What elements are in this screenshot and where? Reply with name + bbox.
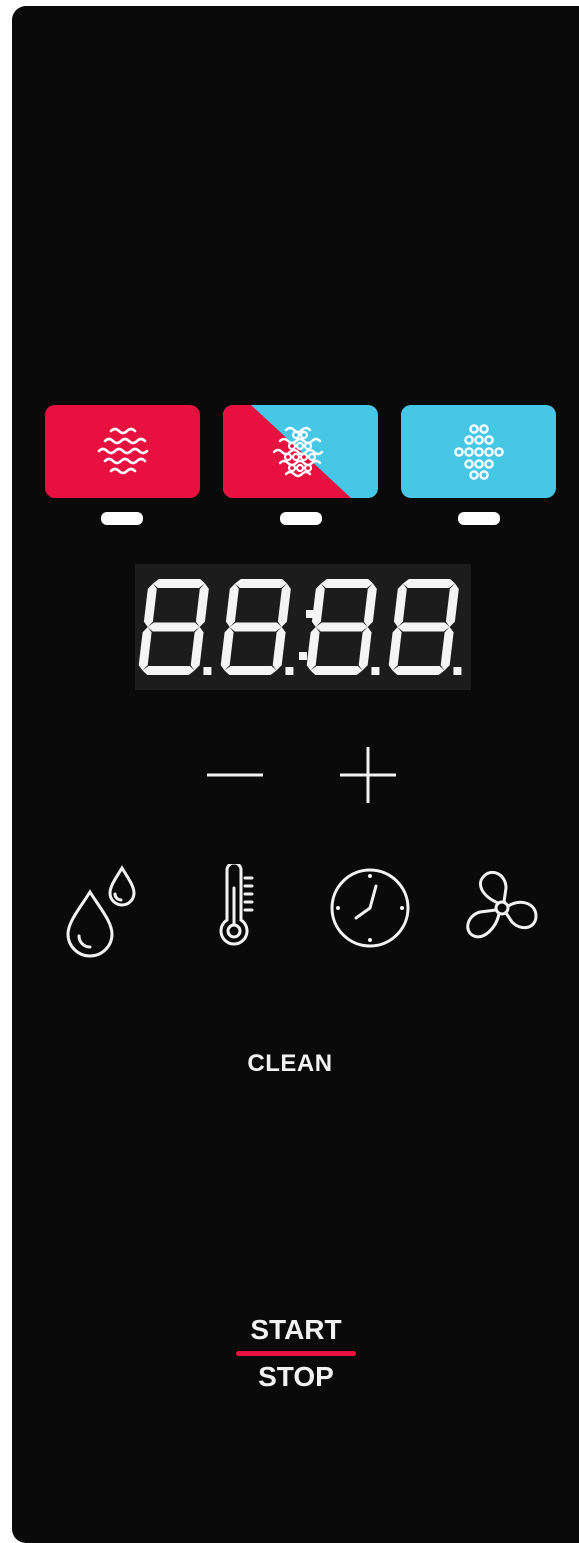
- digit-0-segment-a: [153, 579, 205, 588]
- digit-3-segment-g: [397, 622, 450, 632]
- digit-3-decimal-point: [453, 667, 462, 675]
- convection-indicator-led: [101, 512, 143, 525]
- digit-0-segment-g: [147, 622, 200, 632]
- digit-0-segment-f: [143, 583, 157, 627]
- digit-1-segment-g: [229, 622, 282, 632]
- digit-3-segment-d: [392, 666, 445, 675]
- digit-0-segment-b: [195, 583, 209, 627]
- temperature-button[interactable]: [214, 864, 264, 954]
- start-stop-divider: [236, 1351, 356, 1356]
- combi-indicator-led: [280, 512, 322, 525]
- digit-3-segment-b: [445, 583, 459, 627]
- steam-indicator-led: [458, 512, 500, 525]
- fan-button[interactable]: [460, 866, 544, 950]
- digit-1-segment-f: [225, 583, 239, 627]
- convection-mode-button[interactable]: [45, 405, 200, 498]
- digit-2-decimal-point: [371, 667, 380, 675]
- digit-3-segment-e: [388, 627, 402, 671]
- wave-and-steam-icon: [272, 426, 323, 477]
- clock-icon: [330, 868, 410, 948]
- minus-button[interactable]: [205, 750, 265, 800]
- humidity-drops-icon: [66, 865, 136, 958]
- plus-button[interactable]: [338, 745, 398, 805]
- digit-2-segment-f: [311, 583, 325, 627]
- steam-mode-button[interactable]: [401, 405, 556, 498]
- digit-0-decimal-point: [203, 667, 212, 675]
- digit-0-segment-c: [190, 627, 204, 671]
- digit-2-segment-a: [321, 579, 373, 588]
- digit-1-decimal-point: [285, 667, 294, 675]
- digit-2-segment-e: [306, 627, 320, 671]
- wave-icon: [97, 427, 148, 474]
- digit-1-segment-d: [224, 666, 277, 675]
- digit-3-segment-a: [403, 579, 455, 588]
- display-colon-dot-0: [306, 610, 314, 618]
- start-stop-button[interactable]: START STOP: [230, 1313, 370, 1394]
- humidity-button[interactable]: [62, 864, 142, 959]
- digit-0-segment-d: [142, 666, 195, 675]
- digit-1-segment-c: [272, 627, 286, 671]
- digit-3-segment-c: [440, 627, 454, 671]
- combi-mode-button[interactable]: [223, 405, 378, 498]
- timer-button[interactable]: [328, 866, 412, 950]
- stop-label: STOP: [258, 1361, 334, 1392]
- digit-2-segment-b: [363, 583, 377, 627]
- clean-label: CLEAN: [247, 1050, 333, 1077]
- digit-1-segment-a: [235, 579, 287, 588]
- digit-1-segment-b: [277, 583, 291, 627]
- digit-2-segment-d: [310, 666, 363, 675]
- digit-3-segment-f: [393, 583, 407, 627]
- thermometer-icon: [219, 864, 254, 946]
- fan-icon: [466, 871, 538, 939]
- clean-button[interactable]: CLEAN: [230, 1050, 350, 1078]
- start-label: START: [250, 1314, 342, 1345]
- steam-dots-icon: [453, 423, 504, 480]
- digit-0-segment-e: [138, 627, 152, 671]
- display-colon-dot-1: [299, 652, 307, 660]
- digit-2-segment-c: [358, 627, 372, 671]
- display-digits: [138, 579, 462, 675]
- seven-segment-display: [135, 564, 471, 690]
- plus-icon: [340, 747, 396, 803]
- digit-2-segment-g: [315, 622, 368, 632]
- minus-icon: [207, 773, 263, 777]
- digit-1-segment-e: [220, 627, 234, 671]
